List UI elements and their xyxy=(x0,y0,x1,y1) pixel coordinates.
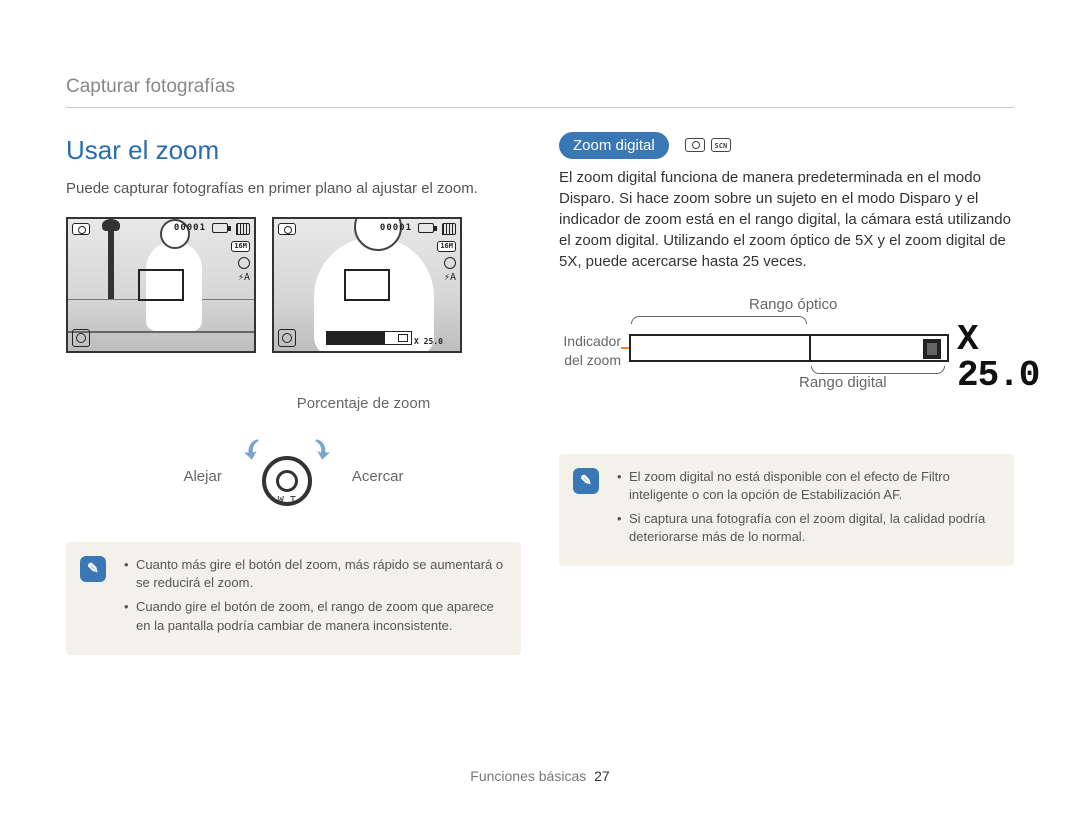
zoom-range-diagram: Rango óptico Indicador del zoom X 25.0 R… xyxy=(559,294,1014,434)
section-intro: Puede capturar fotografías en primer pla… xyxy=(66,178,521,199)
scene-mode-icon: SCN xyxy=(711,138,731,152)
example-screens: 00001 16M ⚡A 00001 xyxy=(66,217,521,353)
note-box-right: ✎ El zoom digital no está disponible con… xyxy=(559,454,1014,567)
zoom-dial-row: Alejar W T Acercar xyxy=(66,438,521,516)
dial-wt-label: W T xyxy=(242,496,332,506)
zoom-percentage-label: Porcentaje de zoom xyxy=(206,393,521,414)
arrow-right-icon xyxy=(304,434,336,466)
footer-page-number: 27 xyxy=(594,768,610,784)
sdcard-icon xyxy=(236,223,250,235)
sdcard-icon xyxy=(442,223,456,235)
digital-range-label: Rango digital xyxy=(799,372,887,393)
camera-mode-icon xyxy=(278,223,296,235)
note-item: Cuanto más gire el botón del zoom, más r… xyxy=(124,556,505,592)
note-item: Si captura una fotografía con el zoom di… xyxy=(617,510,998,546)
section-title: Usar el zoom xyxy=(66,132,521,168)
note-box-left: ✎ Cuanto más gire el botón del zoom, más… xyxy=(66,542,521,655)
camera-mode-icon xyxy=(685,138,705,152)
camera-mode-icon xyxy=(72,223,90,235)
zoom-range-thumb-icon xyxy=(923,339,941,359)
zoom-factor-value: X 25.0 xyxy=(957,322,1039,394)
timer-icon xyxy=(238,257,250,269)
optical-range-label: Rango óptico xyxy=(749,294,837,315)
note-icon: ✎ xyxy=(80,556,106,582)
note-item: Cuando gire el botón de zoom, el rango d… xyxy=(124,598,505,634)
example-screen-zoomed: 00001 16M ⚡A X 25.0 xyxy=(272,217,462,353)
zoom-indicator-label: Indicador del zoom xyxy=(551,332,621,371)
zoom-dial-illustration: W T xyxy=(242,438,332,516)
battery-icon xyxy=(212,223,228,233)
flash-auto-icon: ⚡A xyxy=(444,273,456,283)
zoom-digital-pill: Zoom digital xyxy=(559,132,669,159)
example-screen-wide: 00001 16M ⚡A xyxy=(66,217,256,353)
arrow-left-icon xyxy=(238,434,270,466)
battery-icon xyxy=(418,223,434,233)
resolution-badge: 16M xyxy=(231,241,250,252)
zoom-out-label: Alejar xyxy=(183,466,221,487)
digital-zoom-body: El zoom digital funciona de manera prede… xyxy=(559,167,1014,272)
zoom-range-bar xyxy=(629,334,949,362)
stabilizer-icon xyxy=(278,329,296,347)
left-column: Usar el zoom Puede capturar fotografías … xyxy=(66,132,521,655)
resolution-badge: 16M xyxy=(437,241,456,252)
note-item: El zoom digital no está disponible con e… xyxy=(617,468,998,504)
footer-section: Funciones básicas xyxy=(470,768,586,784)
page-footer: Funciones básicas 27 xyxy=(0,767,1080,787)
flash-auto-icon: ⚡A xyxy=(238,273,250,283)
note-icon: ✎ xyxy=(573,468,599,494)
timer-icon xyxy=(444,257,456,269)
zoom-in-label: Acercar xyxy=(352,466,404,487)
breadcrumb: Capturar fotografías xyxy=(66,74,1014,108)
right-column: Zoom digital SCN El zoom digital funcion… xyxy=(559,132,1014,655)
